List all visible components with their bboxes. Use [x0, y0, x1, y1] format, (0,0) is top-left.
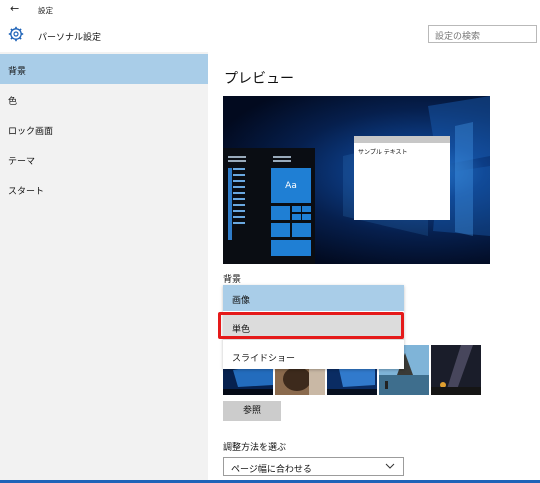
preview-window-titlebar: [354, 136, 450, 143]
preview-menu-line: [273, 156, 291, 158]
fit-label: 調整方法を選ぶ: [223, 443, 287, 453]
chevron-down-icon: [385, 463, 395, 469]
preview-tile: [271, 223, 290, 237]
sidebar-item-label: テーマ: [8, 157, 36, 167]
red-highlight-box: [218, 312, 404, 339]
wallpaper-thumbnail[interactable]: [431, 345, 481, 395]
preview-heading: プレビュー: [224, 71, 294, 87]
wallpaper-thumbnail-image: [431, 345, 481, 395]
browse-button[interactable]: 参照: [223, 401, 281, 421]
back-arrow-icon[interactable]: ←: [10, 3, 19, 15]
option-label: 画像: [232, 296, 251, 306]
sidebar-item-lock-screen[interactable]: ロック画面: [0, 114, 208, 144]
gear-icon: [8, 26, 24, 42]
sidebar-item-themes[interactable]: テーマ: [0, 144, 208, 174]
preview-menu-line: [273, 160, 291, 162]
preview-start-strip: [228, 168, 232, 240]
sidebar-item-label: スタート: [8, 187, 45, 197]
desktop-preview: Aa サンプル テキスト: [223, 96, 490, 264]
preview-menu-line: [228, 156, 246, 158]
sidebar-item-label: 色: [8, 97, 18, 107]
preview-menu-line: [228, 160, 246, 162]
preview-start-list: [233, 168, 245, 240]
search-input[interactable]: 設定の検索: [428, 25, 537, 43]
background-option-picture[interactable]: 画像: [223, 285, 404, 311]
page-title: パーソナル設定: [38, 33, 102, 43]
preview-sample-window: サンプル テキスト: [354, 136, 450, 220]
preview-tile: [302, 206, 311, 212]
sidebar-item-colors[interactable]: 色: [0, 84, 208, 114]
preview-sample-text: サンプル テキスト: [358, 149, 408, 156]
preview-tile: [292, 223, 311, 237]
preview-tile: [292, 206, 301, 212]
option-label: スライドショー: [232, 354, 296, 364]
preview-tile: [271, 240, 311, 256]
preview-tile: [292, 214, 301, 220]
sidebar-item-background[interactable]: 背景: [0, 54, 208, 84]
preview-tile-text: Aa: [285, 181, 297, 191]
sidebar-item-label: 背景: [8, 67, 27, 77]
sidebar: 背景 色 ロック画面 テーマ スタート: [0, 52, 208, 483]
title-bar: ← 設定: [0, 0, 540, 20]
background-option-slideshow[interactable]: スライドショー: [223, 343, 404, 369]
sidebar-item-start[interactable]: スタート: [0, 174, 208, 204]
window-title: 設定: [38, 6, 53, 15]
fit-select[interactable]: ページ幅に合わせる: [223, 457, 404, 476]
sidebar-item-label: ロック画面: [8, 127, 54, 137]
fit-select-value: ページ幅に合わせる: [231, 465, 312, 475]
preview-tile: [302, 214, 311, 220]
preview-tile: [271, 206, 290, 220]
background-label: 背景: [223, 275, 242, 285]
